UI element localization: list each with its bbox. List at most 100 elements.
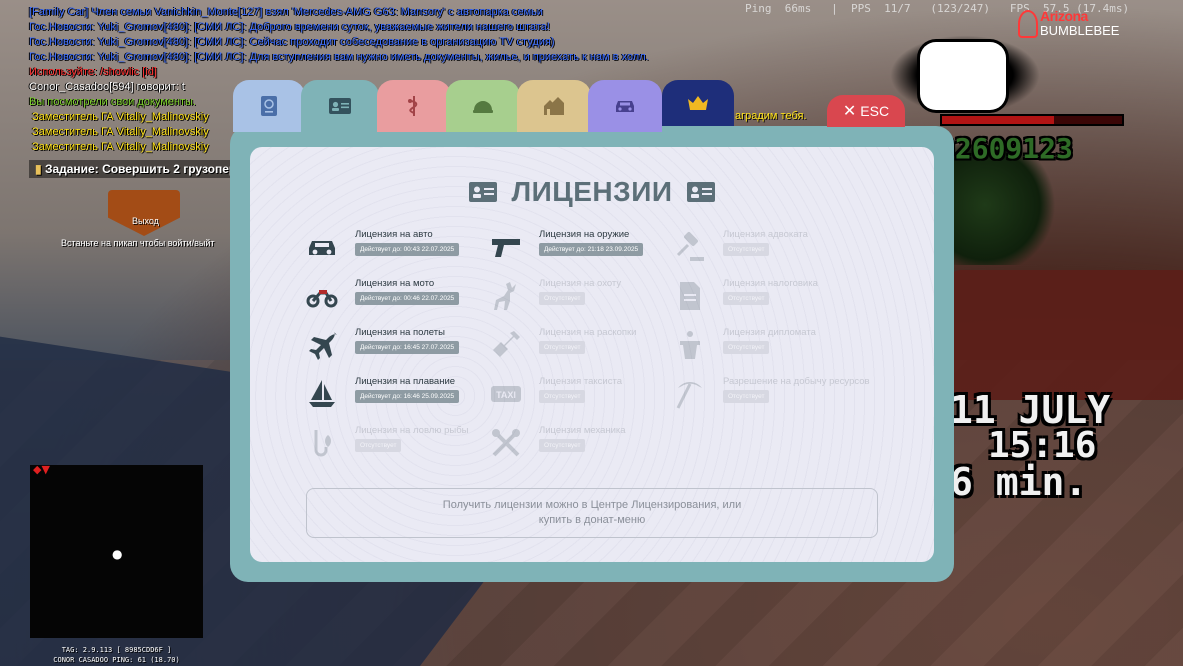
info-text: Получить лицензии можно в Центре Лицензи… xyxy=(442,499,742,526)
money-counter: 02609123 xyxy=(938,132,1073,165)
license-status: Действует до: 16:45 27.07.2025 xyxy=(355,341,460,354)
license-name: Лицензия налоговика xyxy=(723,278,818,289)
license-status: Действует до: 16:46 25.09.2025 xyxy=(355,390,460,403)
license-name: Лицензия адвоката xyxy=(723,229,808,240)
tab-vehicles[interactable] xyxy=(588,80,662,132)
client-tag: TAG: 2.9.113 [ 8985CDD6F ] CONOR CASADOO… xyxy=(30,645,203,665)
chat-line: Гос.Новости: Yuki_Gromov[480]: [СМИ ЛС]:… xyxy=(29,51,649,63)
license-item-tax: Лицензия налоговика Отсутствует xyxy=(674,278,854,318)
north-marker-icon: ◆▼ xyxy=(33,463,50,476)
license-name: Лицензия на ловлю рыбы xyxy=(355,425,469,436)
license-item-taxi: TAXI Лицензия таксиста Отсутствует xyxy=(490,376,670,416)
license-status: Отсутствует xyxy=(539,292,586,305)
gavel-icon xyxy=(674,231,706,263)
license-item-flight: Лицензия на полеты Действует до: 16:45 2… xyxy=(306,327,486,367)
license-item-fishing: Лицензия на ловлю рыбы Отсутствует xyxy=(306,425,486,465)
license-name: Лицензия механика xyxy=(539,425,626,436)
chat-line: Используйте: /showlic [id] xyxy=(29,66,157,78)
medical-icon xyxy=(408,96,418,116)
license-name: Лицензия таксиста xyxy=(539,376,622,387)
chat-line: [Family Car] Член семьи Vanichkin_Monte[… xyxy=(29,6,543,18)
license-status: Отсутствует xyxy=(539,390,586,403)
license-name: Разрешение на добычу ресурсов xyxy=(723,376,870,387)
server-name: BUMBLEBEE xyxy=(1040,23,1120,38)
exit-label: Выход xyxy=(132,216,159,226)
podium-icon xyxy=(674,329,706,361)
license-item-hunting: Лицензия на охоту Отсутствует xyxy=(490,278,670,318)
close-label: ESC xyxy=(860,103,890,119)
pickaxe-icon xyxy=(674,378,706,410)
license-item-mechanic: Лицензия механика Отсутствует xyxy=(490,425,670,465)
tab-medical[interactable] xyxy=(377,80,451,132)
svg-text:TAXI: TAXI xyxy=(496,390,516,400)
license-status: Отсутствует xyxy=(723,390,770,403)
passport-icon xyxy=(261,96,277,116)
license-item-weapon: Лицензия на оружие Действует до: 21:18 2… xyxy=(490,229,670,269)
health-fill xyxy=(942,116,1054,124)
car-icon xyxy=(306,231,338,263)
license-status: Отсутствует xyxy=(723,243,770,256)
license-name: Лицензия на оружие xyxy=(539,229,630,240)
license-item-mining: Разрешение на добычу ресурсов Отсутствуе… xyxy=(674,376,870,416)
license-status: Действует до: 00:43 22.07.2025 xyxy=(355,243,460,256)
page-title-text: ЛИЦЕНЗИИ xyxy=(511,176,673,207)
tab-army[interactable] xyxy=(446,80,520,132)
page-title: ЛИЦЕНЗИИ xyxy=(250,176,934,208)
license-status: Отсутствует xyxy=(355,439,402,452)
fist-weapon-icon xyxy=(920,42,1006,110)
license-status: Отсутствует xyxy=(723,341,770,354)
tax-document-icon xyxy=(674,280,706,312)
license-name: Лицензия на полеты xyxy=(355,327,445,338)
player-marker-icon: ● xyxy=(112,547,123,561)
tools-icon xyxy=(490,427,522,459)
taxi-icon: TAXI xyxy=(490,378,522,410)
helmet-icon xyxy=(473,101,493,113)
id-card-icon xyxy=(468,182,497,202)
license-item-digging: Лицензия на раскопки Отсутствует xyxy=(490,327,670,367)
license-name: Лицензия на плавание xyxy=(355,376,456,387)
tab-passport[interactable] xyxy=(233,80,305,132)
exit-hint: Встаньте на пикап чтобы войти/выйт xyxy=(61,238,215,248)
license-status: Отсутствует xyxy=(723,292,770,305)
id-card-icon xyxy=(329,98,351,114)
minutes-label: 6 min. xyxy=(950,460,1088,504)
tab-vip[interactable] xyxy=(662,80,734,126)
tab-licenses[interactable] xyxy=(301,80,379,132)
pistol-icon xyxy=(490,231,522,263)
license-item-swim: Лицензия на плавание Действует до: 16:46… xyxy=(306,376,486,416)
scene-sofa xyxy=(950,270,1183,400)
license-name: Лицензия на авто xyxy=(355,229,433,240)
brand-name: Arizona xyxy=(1040,8,1088,24)
license-name: Лицензия на раскопки xyxy=(539,327,637,338)
exit-marker-icon xyxy=(108,190,180,236)
license-status: Действует до: 21:18 23.09.2025 xyxy=(539,243,644,256)
task-banner: ▮ Задание: Совершить 2 грузопере xyxy=(29,160,249,178)
shovel-icon xyxy=(490,329,522,361)
health-bar xyxy=(940,114,1124,126)
info-box: Получить лицензии можно в Центре Лицензи… xyxy=(306,488,878,538)
airplane-icon xyxy=(306,329,338,361)
crown-icon xyxy=(688,96,708,110)
task-text: Задание: Совершить 2 грузопере xyxy=(44,162,243,176)
close-icon: ✕ xyxy=(842,103,857,120)
chat-line: Гос.Новости: Yuki_Gromov[480]: [СМИ ЛС]:… xyxy=(29,36,555,48)
player-line: CONOR CASADOO PING: 61 (18.70) xyxy=(53,656,180,664)
license-item-moto: Лицензия на мото Действует до: 00:46 22.… xyxy=(306,278,486,318)
license-item-car: Лицензия на авто Действует до: 00:43 22.… xyxy=(306,229,486,269)
tab-property[interactable] xyxy=(517,80,591,132)
client-tag-line: TAG: 2.9.113 [ 8985CDD6F ] xyxy=(61,646,172,654)
license-item-lawyer: Лицензия адвоката Отсутствует xyxy=(674,229,854,269)
id-card-icon xyxy=(687,182,716,202)
license-status: Отсутствует xyxy=(539,439,586,452)
motorcycle-icon xyxy=(306,280,338,312)
houses-icon xyxy=(544,97,564,115)
close-button[interactable]: ✕ ESC xyxy=(827,95,905,127)
license-status: Действует до: 00:46 22.07.2025 xyxy=(355,292,460,305)
car-icon xyxy=(616,101,634,112)
chat-line: Гос.Новости: Yuki_Gromov[480]: [СМИ ЛС]:… xyxy=(29,21,550,33)
fish-hook-icon xyxy=(306,427,338,459)
license-name: Лицензия на охоту xyxy=(539,278,622,289)
chat-fragment: аградим тебя. xyxy=(735,110,807,122)
license-name: Лицензия на мото xyxy=(355,278,435,289)
license-name: Лицензия дипломата xyxy=(723,327,816,338)
